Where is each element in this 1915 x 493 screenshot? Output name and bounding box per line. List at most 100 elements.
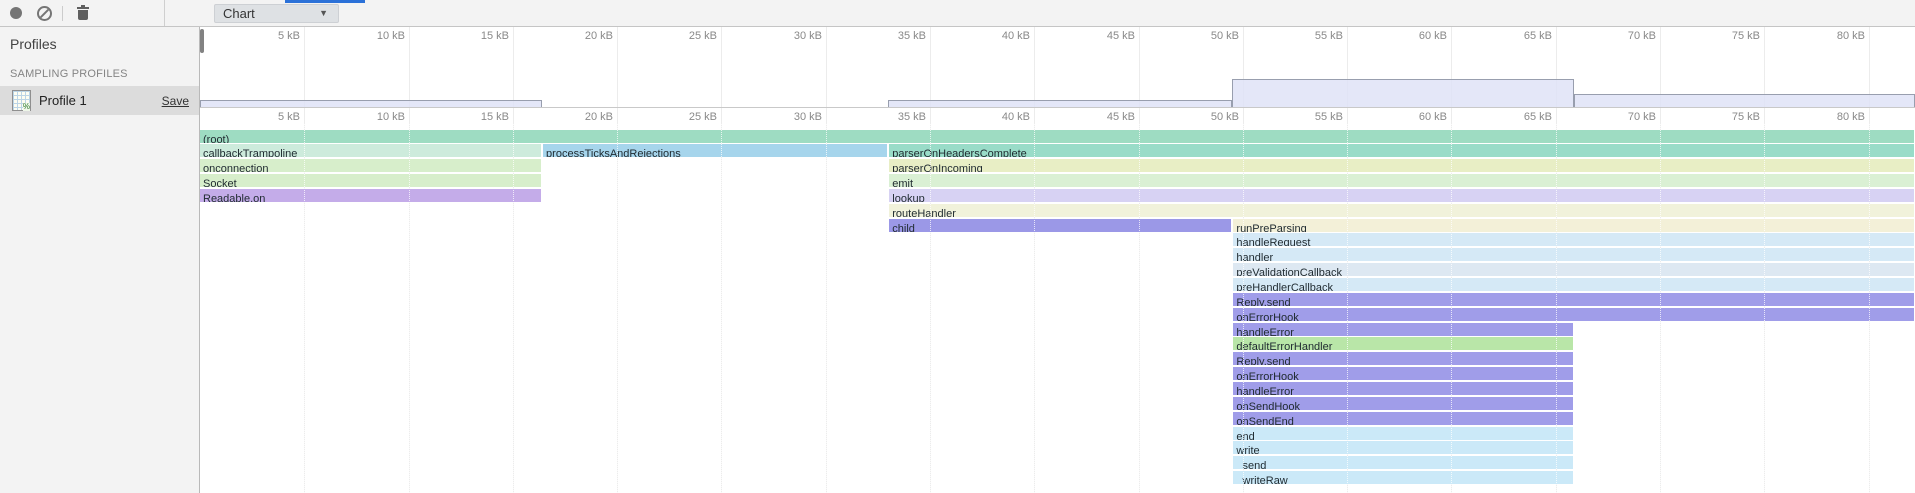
overview-memory-step — [1232, 79, 1574, 107]
flame-chart: 5 kB10 kB15 kB20 kB25 kB30 kB35 kB40 kB4… — [200, 108, 1915, 493]
flame-frame[interactable]: preHandlerCallback — [1233, 278, 1914, 291]
flame-frame[interactable]: onconnection — [200, 159, 541, 172]
axis-tick-label: 70 kB — [1628, 111, 1660, 123]
gridline — [1034, 27, 1035, 107]
flame-frame[interactable]: Reply.send — [1233, 293, 1914, 306]
overview-memory-step — [200, 100, 542, 107]
gridline — [721, 27, 722, 107]
flame-frame[interactable]: handleRequest — [1233, 233, 1914, 246]
flame-frame[interactable]: onSendEnd — [1233, 412, 1573, 425]
axis-tick-label: 55 kB — [1315, 30, 1347, 42]
flame-frame[interactable]: preValidationCallback — [1233, 263, 1914, 276]
flame-frame[interactable]: Reply.send — [1233, 352, 1573, 365]
frame-label: defaultErrorHandler — [1233, 341, 1332, 350]
flame-frame[interactable]: emit — [889, 174, 1914, 187]
flame-frame[interactable]: routeHandler — [889, 204, 1914, 217]
frame-label: preHandlerCallback — [1233, 282, 1333, 291]
toolbar-profile-controls — [0, 0, 165, 26]
axis-tick-label: 75 kB — [1732, 111, 1764, 123]
flame-frame[interactable]: defaultErrorHandler — [1233, 337, 1573, 350]
axis-tick-label: 65 kB — [1524, 30, 1556, 42]
frame-label: child — [889, 223, 915, 232]
sidebar-title: Profiles — [0, 27, 199, 60]
gridline — [930, 27, 931, 107]
frame-label: Readable.on — [200, 193, 265, 202]
record-icon — [10, 7, 22, 19]
axis-tick-label: 25 kB — [689, 30, 721, 42]
flame-frame[interactable]: onErrorHook — [1233, 308, 1914, 321]
frame-label: write_ — [1233, 445, 1265, 454]
frame-label: handleError — [1233, 386, 1293, 395]
axis-tick-label: 45 kB — [1107, 30, 1139, 42]
frame-label: end — [1233, 431, 1254, 440]
frame-label: lookup — [889, 193, 924, 202]
sidebar-item-profile-1[interactable]: Profile 1 Save — [0, 86, 199, 115]
gridline — [1139, 27, 1140, 107]
overview-memory-step — [1574, 94, 1915, 107]
devtools-memory-panel: { "toolbar": { "record_icon": "record-ic… — [0, 0, 1915, 493]
trash-icon — [77, 6, 89, 20]
flame-frame[interactable]: end — [1233, 427, 1573, 440]
flame-frame[interactable]: handler — [1233, 248, 1914, 261]
axis-tick-label: 10 kB — [377, 30, 409, 42]
frame-label: onconnection — [200, 163, 268, 172]
axis-tick-label: 30 kB — [794, 30, 826, 42]
frame-label: onSendEnd — [1233, 416, 1294, 425]
axis-tick-label: 20 kB — [585, 30, 617, 42]
save-profile-link[interactable]: Save — [162, 94, 189, 108]
axis-tick-label: 60 kB — [1419, 30, 1451, 42]
flame-frame[interactable]: runPreParsing — [1233, 219, 1914, 232]
frame-label: onErrorHook — [1233, 371, 1298, 380]
axis-tick-label: 35 kB — [898, 111, 930, 123]
record-button[interactable] — [4, 1, 28, 25]
frame-label: routeHandler — [889, 208, 956, 217]
axis-tick-label: 50 kB — [1211, 111, 1243, 123]
overview-window-handle[interactable] — [200, 29, 204, 53]
flame-frame[interactable]: parserOnHeadersComplete — [889, 144, 1914, 157]
flame-frame[interactable]: Socket — [200, 174, 541, 187]
axis-tick-label: 5 kB — [278, 111, 304, 123]
flame-frame[interactable]: write_ — [1233, 441, 1573, 454]
frame-label: onSendHook — [1233, 401, 1300, 410]
flame-frame[interactable]: _send — [1233, 456, 1573, 469]
profile-view-select[interactable]: Chart ▼ — [214, 4, 339, 23]
frame-label: Socket — [200, 178, 237, 187]
flame-frame[interactable]: handleError — [1233, 323, 1573, 336]
frame-label: handleRequest — [1233, 237, 1310, 246]
flame-frame[interactable]: (root) — [200, 130, 1914, 143]
flame-frame[interactable]: processTicksAndRejections — [543, 144, 887, 157]
sampling-profile-icon — [12, 90, 31, 111]
flame-frame[interactable]: parserOnIncoming — [889, 159, 1914, 172]
content: Profiles SAMPLING PROFILES Profile 1 Sav… — [0, 27, 1915, 493]
flame-frame[interactable]: lookup — [889, 189, 1914, 202]
sidebar: Profiles SAMPLING PROFILES Profile 1 Sav… — [0, 27, 200, 493]
frame-label: callbackTrampoline — [200, 148, 297, 157]
gridline — [826, 108, 827, 493]
flame-frame[interactable]: onErrorHook — [1233, 367, 1573, 380]
profile-view-select-value: Chart — [223, 6, 255, 21]
delete-profile-button[interactable] — [71, 1, 95, 25]
gridline — [513, 27, 514, 107]
axis-tick-label: 15 kB — [481, 30, 513, 42]
frame-label: processTicksAndRejections — [543, 148, 681, 157]
axis-tick-label: 45 kB — [1107, 111, 1139, 123]
axis-tick-label: 50 kB — [1211, 30, 1243, 42]
gridline — [617, 27, 618, 107]
flame-frame[interactable]: Readable.on — [200, 189, 541, 202]
axis-tick-label: 20 kB — [585, 111, 617, 123]
flame-frame[interactable]: _writeRaw — [1233, 471, 1573, 484]
block-icon — [37, 6, 52, 21]
axis-tick-label: 75 kB — [1732, 30, 1764, 42]
frame-label: handler — [1233, 252, 1273, 261]
axis-tick-label: 25 kB — [689, 111, 721, 123]
overview-pane: 5 kB10 kB15 kB20 kB25 kB30 kB35 kB40 kB4… — [200, 27, 1915, 108]
flame-frame[interactable]: callbackTrampoline — [200, 144, 541, 157]
flame-frame[interactable]: handleError — [1233, 382, 1573, 395]
axis-tick-label: 60 kB — [1419, 111, 1451, 123]
flame-frame[interactable]: onSendHook — [1233, 397, 1573, 410]
flame-frame[interactable]: child — [889, 219, 1231, 232]
axis-tick-label: 40 kB — [1002, 30, 1034, 42]
clear-profiles-button[interactable] — [32, 1, 56, 25]
active-tab-underline — [285, 0, 365, 3]
gridline — [304, 27, 305, 107]
